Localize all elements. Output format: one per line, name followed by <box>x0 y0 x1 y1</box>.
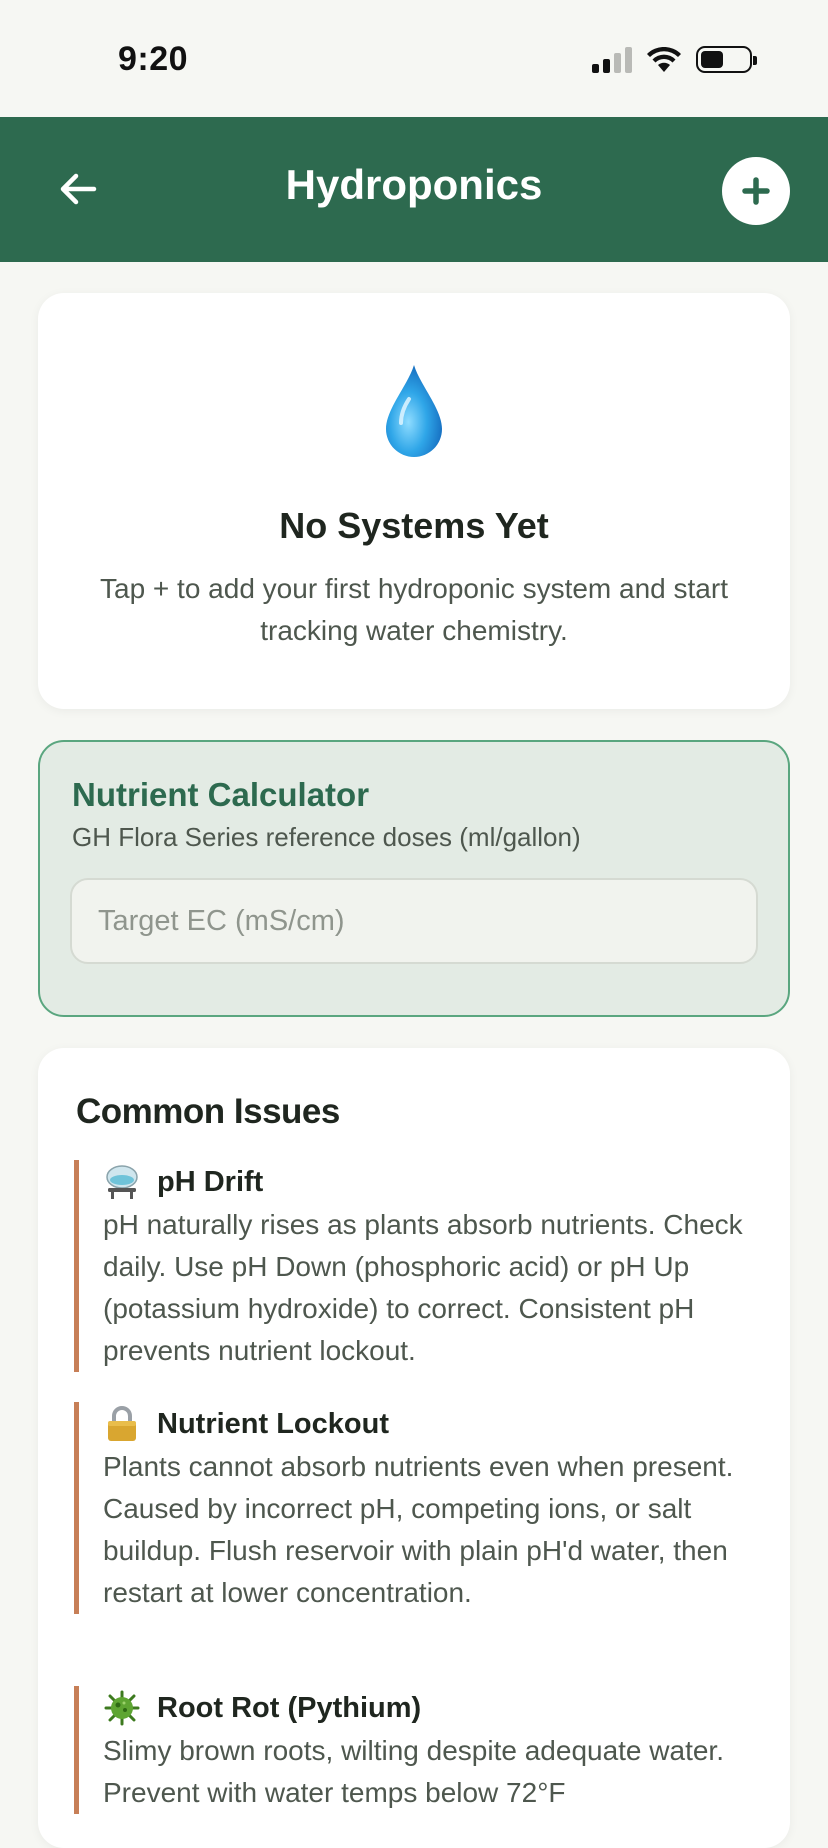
issue-item-root-rot: Root Rot (Pythium) Slimy brown roots, wi… <box>74 1686 764 1814</box>
issue-item-nutrient-lockout: Nutrient Lockout Plants cannot absorb nu… <box>74 1402 764 1614</box>
status-icons <box>592 46 757 73</box>
chemistry-icon <box>103 1163 141 1201</box>
issue-name: pH Drift <box>157 1165 264 1198</box>
calculator-title: Nutrient Calculator <box>72 776 370 813</box>
page-title: Hydroponics <box>285 161 543 208</box>
empty-state-title: No Systems Yet <box>279 505 549 546</box>
issues-title: Common Issues <box>76 1092 340 1131</box>
calculator-subtitle: GH Flora Series reference doses (ml/gall… <box>72 822 581 852</box>
empty-state-card: No Systems Yet Tap + to add your first h… <box>38 293 790 709</box>
empty-state-description: Tap + to add your first hydroponic syste… <box>100 573 728 646</box>
issue-item-ph-drift: pH Drift pH naturally rises as plants ab… <box>74 1160 764 1372</box>
plus-icon <box>742 177 770 205</box>
target-ec-input[interactable] <box>70 878 758 964</box>
issue-text: Plants cannot absorb nutrients even when… <box>103 1451 734 1608</box>
cellular-signal-icon <box>592 46 632 73</box>
lock-icon <box>103 1405 141 1443</box>
microbe-icon <box>103 1689 141 1727</box>
status-time: 9:20 <box>118 40 189 78</box>
issue-name: Root Rot (Pythium) <box>157 1691 422 1724</box>
add-system-button[interactable] <box>722 157 790 225</box>
wifi-icon <box>647 46 681 72</box>
app-bar: Hydroponics <box>0 117 828 262</box>
issue-text: pH naturally rises as plants absorb nutr… <box>103 1209 743 1366</box>
issue-name: Nutrient Lockout <box>157 1407 389 1440</box>
nutrient-calculator-card: Nutrient Calculator GH Flora Series refe… <box>38 740 790 1017</box>
status-bar: 9:20 <box>0 0 828 117</box>
common-issues-card: Common Issues pH Drift pH naturally rise… <box>38 1048 790 1848</box>
battery-icon <box>696 46 757 73</box>
issue-text: Slimy brown roots, wilting despite adequ… <box>103 1735 724 1808</box>
water-drop-icon <box>386 365 442 457</box>
